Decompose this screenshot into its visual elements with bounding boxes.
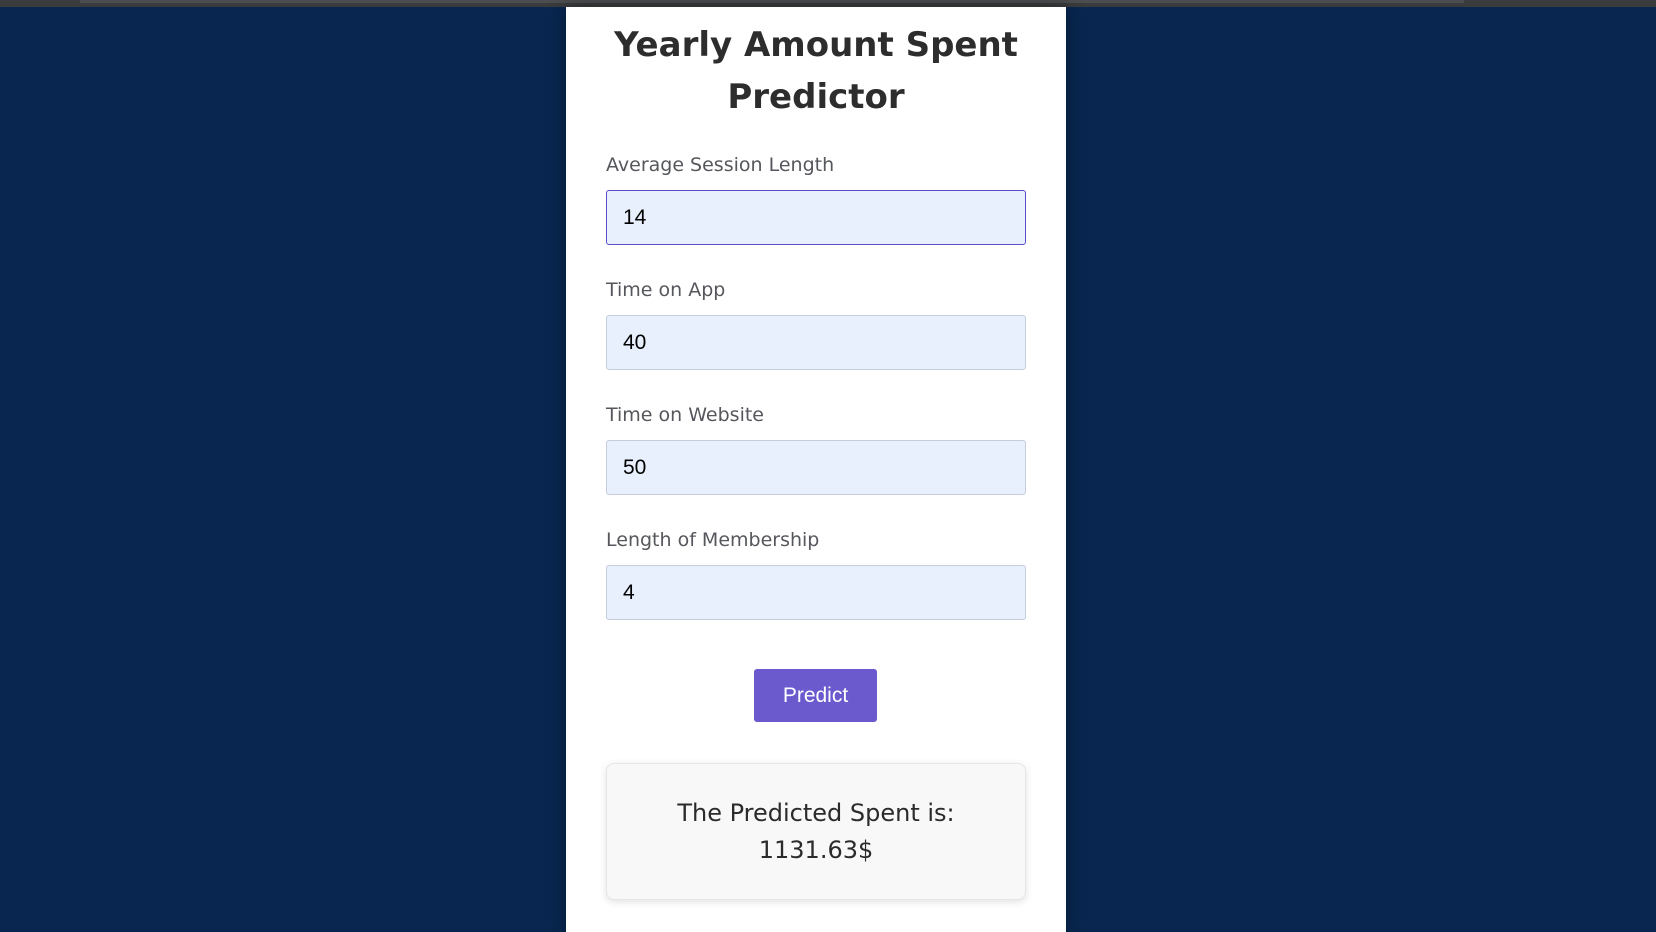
prediction-result-box: The Predicted Spent is: 1131.63$	[606, 763, 1026, 900]
predict-button[interactable]: Predict	[754, 669, 877, 722]
average-session-length-input[interactable]	[606, 190, 1026, 245]
length-of-membership-input[interactable]	[606, 565, 1026, 620]
field-average-session-length: Average Session Length	[606, 152, 1026, 245]
browser-top-strip	[0, 0, 1656, 7]
predictor-card: Yearly Amount Spent Predictor Average Se…	[566, 7, 1066, 932]
browser-top-strip-bar	[80, 0, 1464, 3]
time-on-website-input[interactable]	[606, 440, 1026, 495]
field-length-of-membership: Length of Membership	[606, 527, 1026, 620]
field-label-average-session-length: Average Session Length	[606, 154, 835, 176]
page-title: Yearly Amount Spent Predictor	[614, 25, 1018, 117]
prediction-result-prefix: The Predicted Spent is:	[677, 798, 955, 827]
time-on-app-input[interactable]	[606, 315, 1026, 370]
field-label-time-on-website: Time on Website	[606, 404, 764, 426]
field-label-time-on-app: Time on App	[606, 279, 726, 301]
field-time-on-app: Time on App	[606, 277, 1026, 370]
field-time-on-website: Time on Website	[606, 402, 1026, 495]
field-label-length-of-membership: Length of Membership	[606, 529, 820, 551]
prediction-result-value: 1131.63$	[758, 835, 874, 864]
